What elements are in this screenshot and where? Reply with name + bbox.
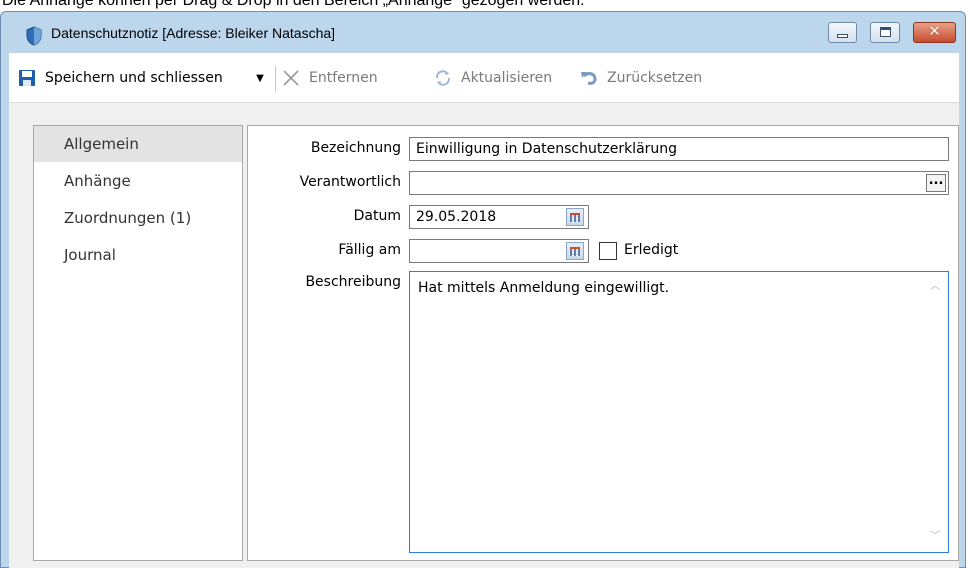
faellig-label: Fällig am [338,242,401,258]
remove-button[interactable]: Entfernen [281,53,378,103]
datum-calendar-button[interactable] [566,208,584,226]
document-caption: Die Anhänge können per Drag & Drop in de… [2,0,585,9]
nav-item-zuordnungen[interactable]: Zuordnungen (1) [34,200,242,236]
close-icon: ✕ [928,22,941,40]
scroll-up-icon[interactable]: ︿ [930,282,940,292]
save-and-close-button[interactable]: Speichern und schliessen [17,53,223,103]
datum-value: 29.05.2018 [416,209,497,225]
x-icon [283,70,299,86]
beschreibung-label: Beschreibung [305,274,401,290]
shield-icon [26,26,42,46]
nav-item-allgemein[interactable]: Allgemein [34,126,242,162]
floppy-disk-icon [19,70,35,86]
save-and-close-label: Speichern und schliessen [45,70,223,86]
window: Datenschutznotiz [Adresse: Bleiker Natas… [0,11,966,568]
browse-button[interactable]: ... [926,174,946,192]
faellig-field[interactable] [409,239,589,263]
reset-label: Zurücksetzen [607,70,703,86]
beschreibung-textarea[interactable]: Hat mittels Anmeldung eingewilligt. ︿ ﹀ [409,271,949,553]
calendar-icon [570,213,580,222]
minimize-button[interactable] [828,22,857,43]
faellig-calendar-button[interactable] [566,242,584,260]
undo-icon [581,72,597,85]
maximize-icon [880,27,891,37]
nav-item-journal[interactable]: Journal [34,237,242,273]
verantwortlich-label: Verantwortlich [299,174,401,190]
remove-label: Entfernen [309,70,378,86]
beschreibung-value: Hat mittels Anmeldung eingewilligt. [418,280,670,296]
erledigt-label: Erledigt [624,242,679,258]
form-panel: Bezeichnung Einwilligung in Datenschutze… [247,125,959,561]
maximize-button[interactable] [870,22,900,43]
toolbar: Speichern und schliessen ▼ Entfernen Akt… [9,53,959,103]
bezeichnung-label: Bezeichnung [310,140,401,156]
refresh-icon [435,70,451,86]
calendar-icon [570,247,580,256]
section-nav: Allgemein Anhänge Zuordnungen (1) Journa… [33,125,243,561]
scroll-down-icon[interactable]: ﹀ [930,532,940,542]
toolbar-separator [275,66,276,92]
client-area: Speichern und schliessen ▼ Entfernen Akt… [9,53,959,568]
nav-item-anhaenge[interactable]: Anhänge [34,163,242,199]
minimize-icon [837,34,848,38]
datum-label: Datum [353,208,401,224]
erledigt-checkbox[interactable] [599,242,617,260]
save-dropdown-button[interactable]: ▼ [253,53,267,103]
window-title: Datenschutznotiz [Adresse: Bleiker Natas… [51,25,336,41]
datum-field[interactable]: 29.05.2018 [409,205,589,229]
title-bar[interactable]: Datenschutznotiz [Adresse: Bleiker Natas… [1,12,965,53]
verantwortlich-field[interactable]: ... [409,171,949,195]
reset-button[interactable]: Zurücksetzen [579,53,702,103]
chevron-down-icon: ▼ [256,72,264,84]
refresh-label: Aktualisieren [461,70,553,86]
refresh-button[interactable]: Aktualisieren [433,53,552,103]
bezeichnung-field[interactable]: Einwilligung in Datenschutzerklärung [409,137,949,161]
close-button[interactable]: ✕ [913,22,956,43]
